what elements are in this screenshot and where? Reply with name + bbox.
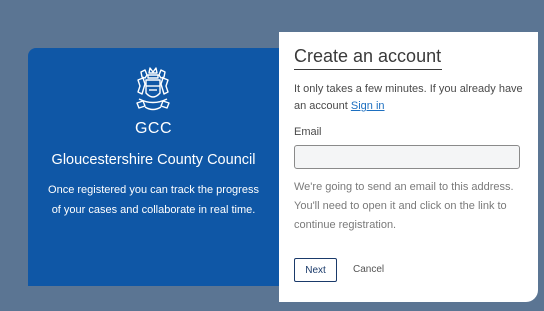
coat-of-arms-icon (136, 67, 170, 111)
cancel-button[interactable]: Cancel (353, 264, 384, 275)
next-button[interactable]: Next (294, 258, 337, 282)
email-label: Email (294, 126, 322, 138)
email-note: We're going to send an email to this add… (294, 181, 514, 231)
info-panel: GCC Gloucestershire County Council Once … (28, 48, 279, 286)
page-title: Create an account (294, 46, 442, 70)
intro-text: It only takes a few minutes. If you alre… (294, 81, 529, 115)
intro-text-body: It only takes a few minutes. If you alre… (294, 83, 523, 112)
email-field[interactable] (294, 145, 520, 169)
registration-form: Create an account It only takes a few mi… (279, 32, 538, 302)
sign-in-link[interactable]: Sign in (351, 100, 385, 112)
info-blurb: Once registered you can track the progre… (48, 184, 259, 216)
gcc-logo-text: GCC (134, 120, 173, 137)
council-name: Gloucestershire County Council (51, 152, 256, 168)
